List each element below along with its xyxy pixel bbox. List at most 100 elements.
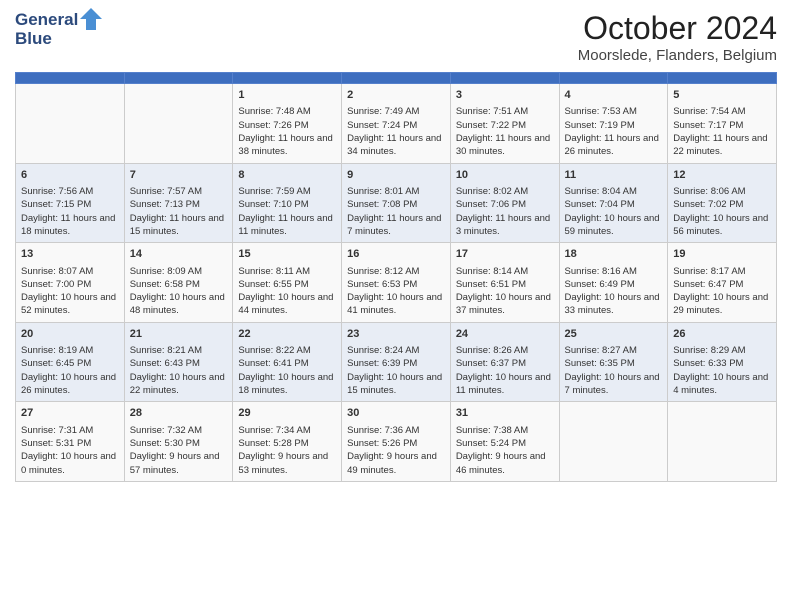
day-info: Daylight: 10 hours and 41 minutes.: [347, 291, 445, 318]
day-number: 13: [21, 247, 119, 262]
table-row: 31Sunrise: 7:38 AMSunset: 5:24 PMDayligh…: [450, 402, 559, 482]
day-info: Sunrise: 8:09 AM: [130, 265, 228, 278]
day-info: Daylight: 10 hours and 15 minutes.: [347, 371, 445, 398]
day-number: 30: [347, 406, 445, 421]
day-info: Sunset: 6:35 PM: [565, 357, 663, 370]
logo-arrow-icon: [80, 8, 102, 30]
day-info: Sunset: 7:26 PM: [238, 119, 336, 132]
day-number: 15: [238, 247, 336, 262]
table-row: 24Sunrise: 8:26 AMSunset: 6:37 PMDayligh…: [450, 322, 559, 402]
day-info: Daylight: 9 hours and 46 minutes.: [456, 450, 554, 477]
day-info: Sunset: 6:58 PM: [130, 278, 228, 291]
day-info: Sunrise: 8:21 AM: [130, 344, 228, 357]
day-info: Daylight: 10 hours and 48 minutes.: [130, 291, 228, 318]
day-info: Daylight: 11 hours and 11 minutes.: [238, 212, 336, 239]
table-row: [668, 402, 777, 482]
day-info: Daylight: 10 hours and 52 minutes.: [21, 291, 119, 318]
calendar-week-row: 13Sunrise: 8:07 AMSunset: 7:00 PMDayligh…: [16, 243, 777, 323]
day-number: 5: [673, 88, 771, 103]
day-info: Daylight: 11 hours and 38 minutes.: [238, 132, 336, 159]
day-number: 6: [21, 168, 119, 183]
table-row: 13Sunrise: 8:07 AMSunset: 7:00 PMDayligh…: [16, 243, 125, 323]
logo: General Blue: [15, 10, 102, 49]
day-info: Daylight: 10 hours and 22 minutes.: [130, 371, 228, 398]
day-info: Sunset: 7:04 PM: [565, 198, 663, 211]
table-row: 5Sunrise: 7:54 AMSunset: 7:17 PMDaylight…: [668, 84, 777, 164]
day-number: 27: [21, 406, 119, 421]
day-info: Sunset: 6:39 PM: [347, 357, 445, 370]
day-info: Sunrise: 7:57 AM: [130, 185, 228, 198]
table-row: 15Sunrise: 8:11 AMSunset: 6:55 PMDayligh…: [233, 243, 342, 323]
day-number: 7: [130, 168, 228, 183]
day-info: Sunset: 6:47 PM: [673, 278, 771, 291]
day-info: Sunset: 6:49 PM: [565, 278, 663, 291]
weekday-row: [16, 73, 777, 84]
day-number: 21: [130, 327, 228, 342]
day-info: Daylight: 10 hours and 7 minutes.: [565, 371, 663, 398]
table-row: 16Sunrise: 8:12 AMSunset: 6:53 PMDayligh…: [342, 243, 451, 323]
day-info: Daylight: 10 hours and 56 minutes.: [673, 212, 771, 239]
day-info: Daylight: 10 hours and 26 minutes.: [21, 371, 119, 398]
day-info: Sunrise: 7:48 AM: [238, 105, 336, 118]
table-row: [559, 402, 668, 482]
day-number: 20: [21, 327, 119, 342]
day-info: Daylight: 11 hours and 22 minutes.: [673, 132, 771, 159]
day-info: Sunset: 6:37 PM: [456, 357, 554, 370]
header-wednesday: [342, 73, 451, 84]
day-info: Daylight: 10 hours and 18 minutes.: [238, 371, 336, 398]
logo-general: General: [15, 11, 78, 30]
day-number: 29: [238, 406, 336, 421]
calendar-header: [16, 73, 777, 84]
day-info: Daylight: 10 hours and 37 minutes.: [456, 291, 554, 318]
table-row: 27Sunrise: 7:31 AMSunset: 5:31 PMDayligh…: [16, 402, 125, 482]
day-info: Sunrise: 7:32 AM: [130, 424, 228, 437]
day-number: 3: [456, 88, 554, 103]
table-row: 10Sunrise: 8:02 AMSunset: 7:06 PMDayligh…: [450, 163, 559, 243]
table-row: 18Sunrise: 8:16 AMSunset: 6:49 PMDayligh…: [559, 243, 668, 323]
day-number: 8: [238, 168, 336, 183]
day-info: Sunrise: 8:07 AM: [21, 265, 119, 278]
day-info: Daylight: 10 hours and 44 minutes.: [238, 291, 336, 318]
day-number: 17: [456, 247, 554, 262]
day-info: Sunrise: 8:14 AM: [456, 265, 554, 278]
table-row: 14 Sunrise: 8:09 AMSunset: 6:58 PMDayligh…: [124, 243, 233, 323]
day-info: Sunset: 7:15 PM: [21, 198, 119, 211]
day-info: Sunrise: 7:54 AM: [673, 105, 771, 118]
day-info: Sunset: 7:22 PM: [456, 119, 554, 132]
day-info: Sunrise: 7:53 AM: [565, 105, 663, 118]
day-info: Sunrise: 7:56 AM: [21, 185, 119, 198]
day-info: Sunset: 7:02 PM: [673, 198, 771, 211]
day-info: Sunset: 6:51 PM: [456, 278, 554, 291]
table-row: [16, 84, 125, 164]
day-info: Sunrise: 8:24 AM: [347, 344, 445, 357]
table-row: 1Sunrise: 7:48 AMSunset: 7:26 PMDaylight…: [233, 84, 342, 164]
day-info: Sunrise: 7:49 AM: [347, 105, 445, 118]
header-friday: [559, 73, 668, 84]
table-row: 8Sunrise: 7:59 AMSunset: 7:10 PMDaylight…: [233, 163, 342, 243]
table-row: 20Sunrise: 8:19 AMSunset: 6:45 PMDayligh…: [16, 322, 125, 402]
table-row: 12Sunrise: 8:06 AMSunset: 7:02 PMDayligh…: [668, 163, 777, 243]
calendar-week-row: 20Sunrise: 8:19 AMSunset: 6:45 PMDayligh…: [16, 322, 777, 402]
day-number: 14: [130, 247, 228, 262]
day-info: Sunrise: 8:16 AM: [565, 265, 663, 278]
day-info: Daylight: 9 hours and 53 minutes.: [238, 450, 336, 477]
table-row: 7Sunrise: 7:57 AMSunset: 7:13 PMDaylight…: [124, 163, 233, 243]
day-info: Daylight: 11 hours and 30 minutes.: [456, 132, 554, 159]
day-info: Sunset: 7:06 PM: [456, 198, 554, 211]
title-block: October 2024 Moorslede, Flanders, Belgiu…: [578, 10, 777, 64]
day-info: Sunset: 7:19 PM: [565, 119, 663, 132]
day-info: Sunset: 7:10 PM: [238, 198, 336, 211]
day-number: 11: [565, 168, 663, 183]
location: Moorslede, Flanders, Belgium: [578, 47, 777, 64]
day-info: Daylight: 11 hours and 18 minutes.: [21, 212, 119, 239]
day-number: 23: [347, 327, 445, 342]
header-monday: [124, 73, 233, 84]
day-info: Sunrise: 8:19 AM: [21, 344, 119, 357]
day-info: Sunset: 7:08 PM: [347, 198, 445, 211]
table-row: 11Sunrise: 8:04 AMSunset: 7:04 PMDayligh…: [559, 163, 668, 243]
day-number: 10: [456, 168, 554, 183]
day-info: Sunrise: 8:26 AM: [456, 344, 554, 357]
day-info: Sunrise: 7:31 AM: [21, 424, 119, 437]
day-info: Sunset: 6:43 PM: [130, 357, 228, 370]
table-row: [124, 84, 233, 164]
